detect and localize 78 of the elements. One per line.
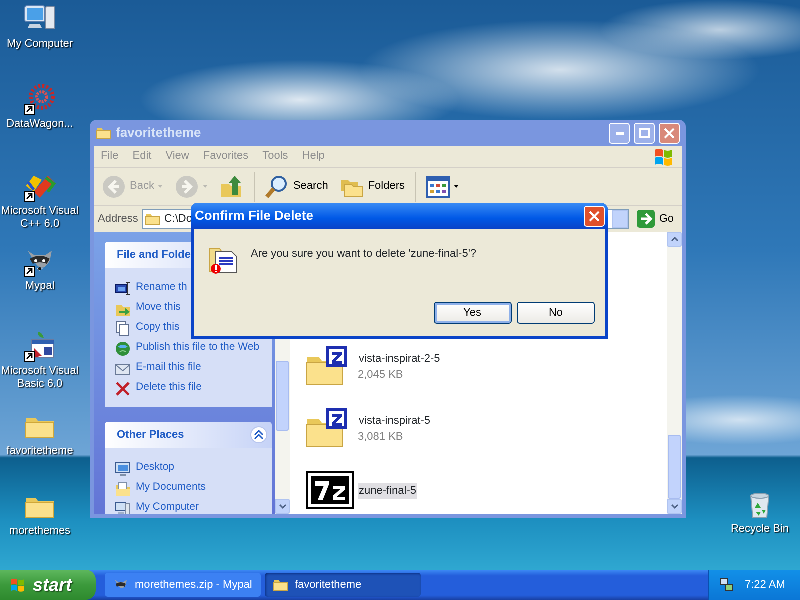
network-icon[interactable] [719, 577, 735, 593]
scroll-down-icon [670, 504, 678, 509]
taskbar-button[interactable]: favoritetheme [265, 573, 421, 597]
documents-folder-icon [115, 481, 131, 497]
task-link[interactable]: My Documents [136, 481, 206, 493]
globe-icon [115, 341, 131, 357]
copy-icon [115, 321, 131, 337]
file-name[interactable]: vista-inspirat-5 [358, 412, 432, 429]
address-label: Address [98, 212, 138, 227]
scrollbar[interactable] [667, 232, 682, 514]
scroll-up-icon [670, 237, 678, 242]
caret-icon [203, 185, 208, 188]
desktop-icon-label[interactable]: Microsoft Visual C++ 6.0 [0, 205, 80, 231]
go-arrow-icon [637, 210, 656, 228]
desktop-icon-label[interactable]: Microsoft Visual Basic 6.0 [0, 365, 80, 391]
panel-title: File and Folde [117, 248, 191, 263]
file-name[interactable]: zune-final-5 [358, 482, 418, 500]
close-icon [589, 210, 600, 222]
maximize-icon [639, 128, 650, 138]
menu-item[interactable]: View [158, 148, 196, 165]
desktop-icon [115, 461, 131, 477]
start-button[interactable]: start [0, 570, 96, 600]
task-link[interactable]: Move this [136, 301, 181, 313]
clock: 7:22 AM [745, 578, 786, 593]
close-button[interactable] [659, 122, 680, 144]
menu-item[interactable]: Help [295, 148, 332, 165]
folder-icon [273, 577, 289, 593]
caret-icon [454, 185, 460, 188]
menu-item[interactable]: File [94, 148, 126, 165]
task-link[interactable]: E-mail this file [136, 361, 202, 373]
search-icon [265, 174, 290, 198]
task-link[interactable]: Desktop [136, 461, 175, 473]
views-icon [426, 176, 450, 198]
collapse-icon[interactable] [250, 426, 268, 444]
task-link[interactable]: Delete this file [136, 381, 202, 393]
go-button[interactable]: Go [633, 210, 678, 228]
desktop-icon-label[interactable]: favoritetheme [6, 445, 74, 458]
maximize-button[interactable] [634, 122, 655, 144]
search-button[interactable]: Search [261, 172, 332, 200]
desktop-icon-label[interactable]: morethemes [9, 525, 71, 538]
shortcut-arrow-icon [24, 266, 35, 277]
folder-icon [96, 125, 112, 141]
rename-icon [115, 281, 131, 297]
close-icon [664, 128, 675, 138]
file-size: 3,081 KB [358, 430, 404, 445]
close-button[interactable] [584, 206, 605, 226]
menu-item[interactable]: Tools [256, 148, 296, 165]
delete-icon [115, 381, 131, 397]
file-name[interactable]: vista-inspirat-2-5 [358, 350, 442, 367]
dialog-button[interactable]: Yes [434, 302, 512, 324]
dialog-button[interactable]: No [517, 302, 595, 324]
dialog-title: Confirm File Delete [195, 207, 314, 226]
desktop-icon-label[interactable]: My Computer [6, 38, 74, 51]
folders-button[interactable]: Folders [336, 172, 410, 200]
minimize-button[interactable] [609, 122, 630, 144]
task-link[interactable]: Publish this file to the Web [136, 341, 260, 353]
menu-item[interactable]: Favorites [196, 148, 256, 165]
scroll-down-icon [278, 504, 286, 509]
desktop-icon-label[interactable]: DataWagon... [6, 118, 74, 131]
scrollbar-thumb[interactable] [276, 361, 289, 431]
shortcut-arrow-icon [24, 351, 35, 362]
folder-icon [145, 211, 162, 227]
desktop-icon-label[interactable]: Mypal [25, 280, 55, 293]
task-link[interactable]: Copy this [136, 321, 180, 333]
desktop-icon-label[interactable]: Recycle Bin [730, 523, 790, 536]
shortcut-arrow-icon [24, 191, 35, 202]
dialog-message: Are you sure you want to delete 'zune-final-5'? [251, 246, 477, 262]
taskbar-button[interactable]: morethemes.zip - Mypal [105, 573, 261, 597]
minimize-icon [616, 132, 624, 134]
window-title: favoritetheme [116, 124, 202, 142]
panel-title: Other Places [117, 428, 184, 443]
task-link[interactable]: My Computer [136, 501, 200, 513]
shortcut-arrow-icon [24, 104, 35, 115]
caret-icon [158, 185, 164, 188]
scrollbar-thumb[interactable] [668, 435, 681, 499]
file-size: 2,045 KB [358, 368, 404, 383]
menu-item[interactable]: Edit [126, 148, 159, 165]
task-link[interactable]: Rename th [136, 281, 188, 293]
